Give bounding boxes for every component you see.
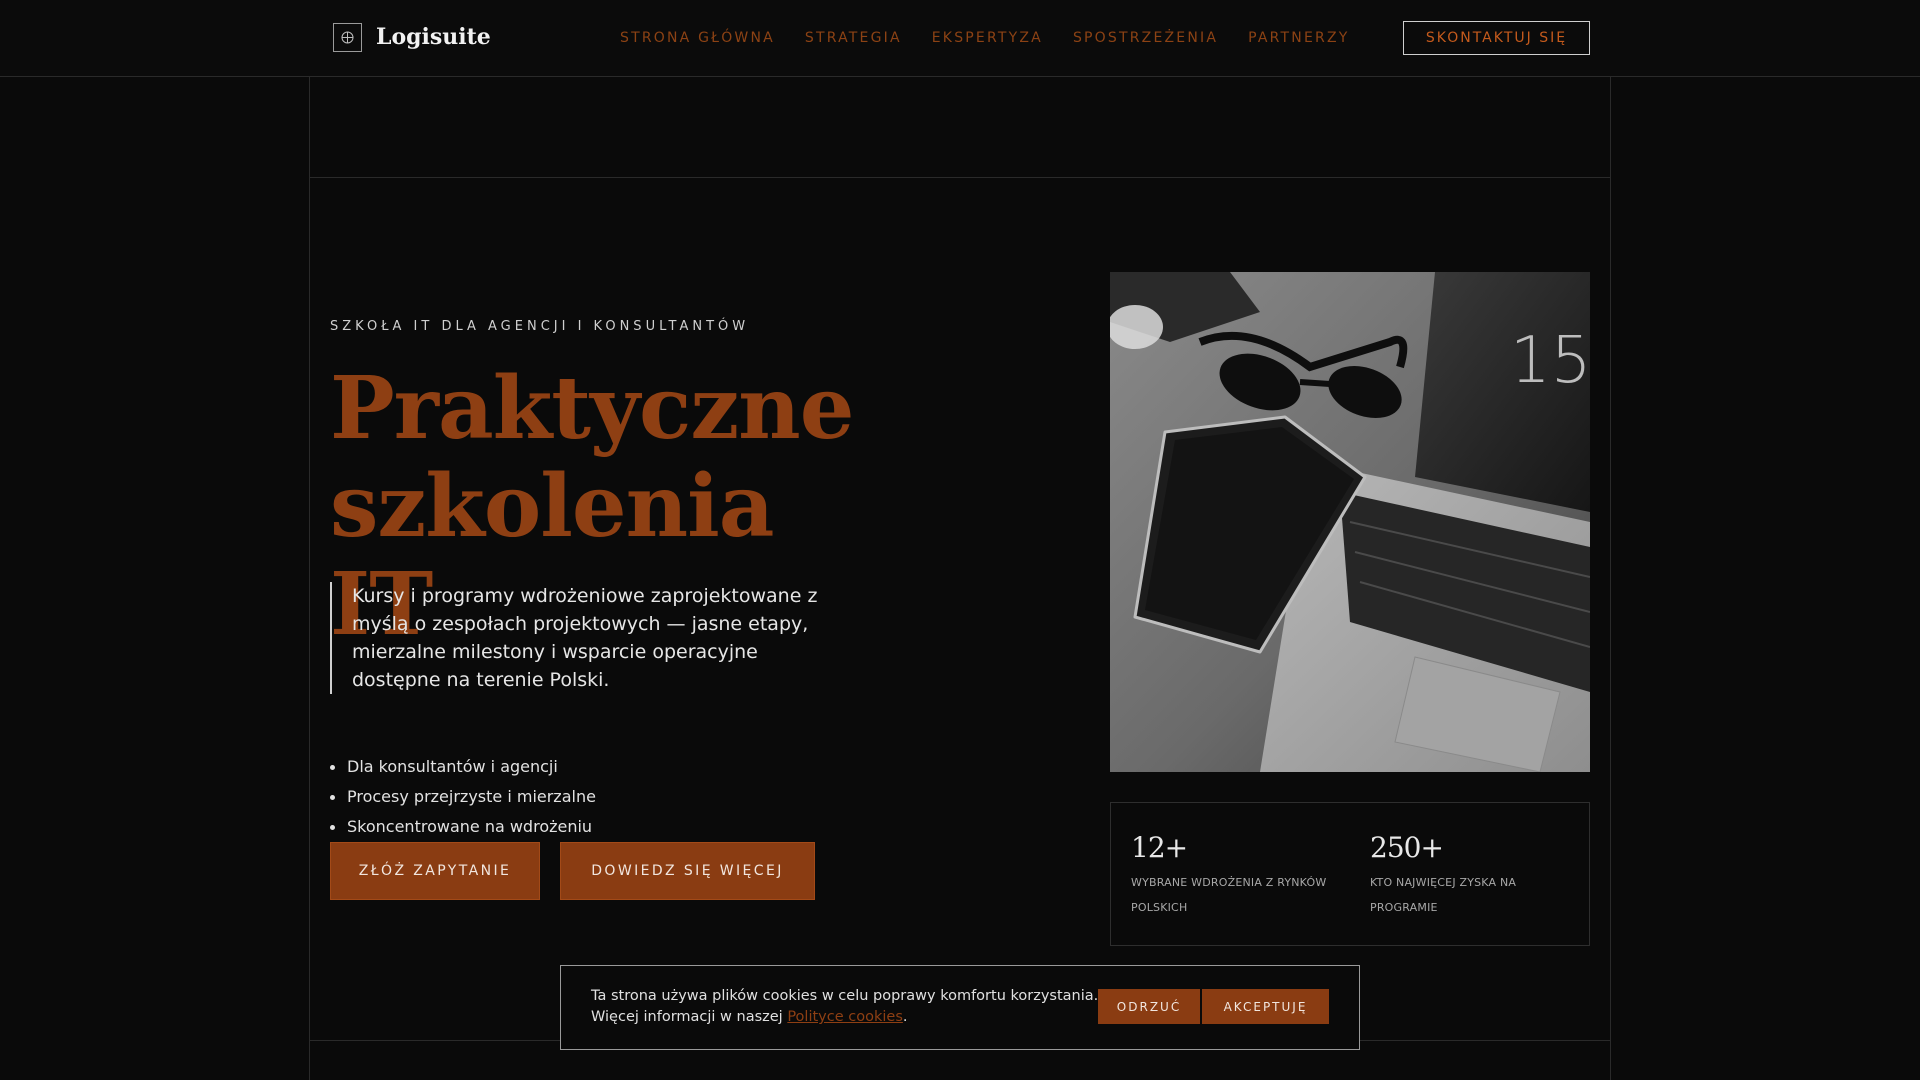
cookie-message: Ta strona używa plików cookies w celu po… — [591, 988, 1099, 1004]
cookie-message: . — [902, 1009, 908, 1025]
nav-item-expertise[interactable]: EKSPERTYZA — [932, 30, 1043, 46]
hero-title-line: Praktyczne — [330, 358, 854, 459]
list-item: Skoncentrowane na wdrożeniu — [330, 812, 596, 842]
list-item: Procesy przejrzyste i mierzalne — [330, 782, 596, 812]
cookie-message: Więcej informacji w naszej — [591, 1009, 788, 1025]
stat-value: 250+ — [1370, 831, 1444, 864]
cookie-policy-link[interactable]: Polityce cookies — [787, 1009, 903, 1025]
hero-eyebrow: SZKOŁA IT DLA AGENCJI I KONSULTANTÓW — [330, 319, 750, 334]
globe-icon — [333, 22, 362, 52]
contact-button[interactable]: SKONTAKTUJ SIĘ — [1403, 21, 1590, 55]
nav-item-insights[interactable]: SPOSTRZEŻENIA — [1073, 30, 1218, 46]
stat-label: KTO NAJWIĘCEJ ZYSKA NA PROGRAMIE — [1370, 876, 1517, 914]
stat-label: WYBRANE WDROŻENIA Z RYNKÓW POLSKICH — [1131, 876, 1327, 914]
hero-image: 15 — [1110, 272, 1590, 772]
learn-more-button[interactable]: DOWIEDZ SIĘ WIĘCEJ — [560, 842, 815, 900]
main-nav: STRONA GŁÓWNA STRATEGIA EKSPERTYZA SPOST… — [620, 21, 1380, 55]
nav-item-home[interactable]: STRONA GŁÓWNA — [620, 30, 775, 46]
inquiry-button[interactable]: ZŁÓŻ ZAPYTANIE — [330, 842, 540, 900]
brand-name: Logisuite — [376, 24, 491, 50]
list-item: Dla konsultantów i agencji — [330, 752, 596, 782]
hero-lead: Kursy i programy wdrożeniowe zaprojektow… — [330, 582, 840, 694]
divider — [309, 177, 1611, 178]
stat-value: 12+ — [1131, 831, 1188, 864]
feature-list: Dla konsultantów i agencji Procesy przej… — [330, 752, 596, 842]
site-header: Logisuite STRONA GŁÓWNA STRATEGIA EKSPER… — [0, 0, 1920, 77]
screen-number: 15 — [1510, 324, 1590, 398]
nav-item-partners[interactable]: PARTNERZY — [1248, 30, 1349, 46]
reject-cookies-button[interactable]: ODRZUĆ — [1098, 989, 1200, 1024]
brand-logo[interactable]: Logisuite — [333, 21, 491, 53]
cookie-text: Ta strona używa plików cookies w celu po… — [591, 986, 1111, 1028]
nav-item-strategy[interactable]: STRATEGIA — [805, 30, 902, 46]
stat-item: 250+ KTO NAJWIĘCEJ ZYSKA NA PROGRAMIE — [1350, 803, 1589, 945]
stat-item: 12+ WYBRANE WDROŻENIA Z RYNKÓW POLSKICH — [1111, 803, 1350, 945]
accept-cookies-button[interactable]: AKCEPTUJĘ — [1202, 989, 1329, 1024]
stats-panel: 12+ WYBRANE WDROŻENIA Z RYNKÓW POLSKICH … — [1110, 802, 1590, 946]
cookie-banner: Ta strona używa plików cookies w celu po… — [560, 965, 1360, 1050]
